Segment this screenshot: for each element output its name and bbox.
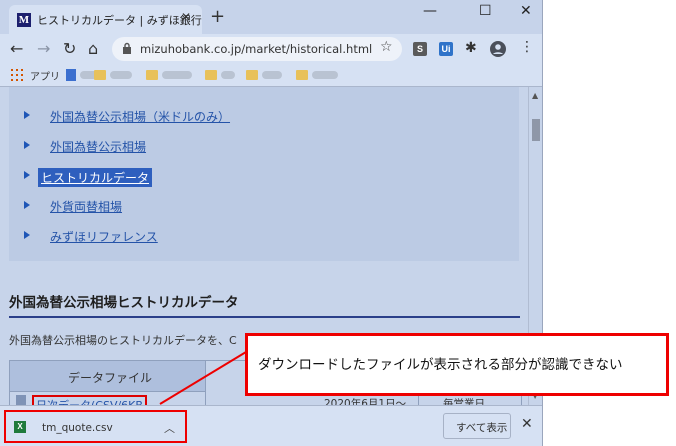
nav-item-label[interactable]: 外貨両替相場: [50, 198, 122, 215]
title-bar: M ヒストリカルデータ | みずほ銀行 ✕ + — ☐ ✕: [0, 0, 542, 34]
address-bar[interactable]: mizuhobank.co.jp/market/historical.html …: [112, 37, 402, 61]
back-arrow-icon[interactable]: ←: [10, 39, 23, 58]
triangle-bullet-icon: [24, 231, 30, 239]
nav-item-label[interactable]: ヒストリカルデータ: [38, 168, 153, 187]
browser-toolbar: ← → ↻ ⌂ mizuhobank.co.jp/market/historic…: [0, 34, 542, 64]
profile-avatar-icon[interactable]: [490, 41, 506, 57]
tab-title: ヒストリカルデータ | みずほ銀行: [37, 14, 202, 27]
start-date-cell: 2020年6月1日～: [324, 398, 407, 405]
page-title: 外国為替公示相場ヒストリカルデータ: [9, 295, 239, 311]
maximize-button[interactable]: ☐: [479, 3, 492, 19]
bookmark-folder-icon[interactable]: [246, 70, 258, 80]
tab-close-icon[interactable]: ✕: [181, 10, 191, 24]
blurred-bookmark[interactable]: [162, 71, 192, 79]
heading-divider: [9, 316, 520, 318]
excel-file-icon: X: [14, 421, 26, 433]
bookmark-folder-icon[interactable]: [94, 70, 106, 80]
chevron-up-icon[interactable]: ︿: [164, 420, 175, 436]
home-icon[interactable]: ⌂: [88, 39, 98, 58]
bookmarks-bar: アプリ: [0, 64, 542, 87]
bookmark-page-icon[interactable]: [66, 69, 76, 81]
reload-icon[interactable]: ↻: [63, 39, 76, 58]
download-shelf-close-icon[interactable]: ✕: [521, 416, 533, 432]
blurred-bookmark[interactable]: [262, 71, 282, 79]
new-tab-button[interactable]: +: [210, 6, 225, 27]
bookmark-folder-icon[interactable]: [146, 70, 158, 80]
close-window-button[interactable]: ✕: [520, 3, 532, 19]
browser-tab[interactable]: M ヒストリカルデータ | みずほ銀行 ✕: [9, 5, 202, 34]
header-label: データファイル: [68, 371, 153, 385]
intro-text: 外国為替公示相場のヒストリカルデータを、C: [9, 334, 237, 347]
bookmark-star-icon[interactable]: ☆: [380, 39, 393, 55]
forward-arrow-icon[interactable]: →: [37, 39, 50, 58]
minimize-button[interactable]: —: [423, 3, 437, 19]
market-nav-box: 外国為替公示相場（米ドルのみ） 外国為替公示相場 ヒストリカルデータ 外貨両替相…: [9, 87, 519, 261]
bookmark-folder-icon[interactable]: [296, 70, 308, 80]
annotation-callout: ダウンロードしたファイルが表示される部分が認識できない: [245, 333, 669, 396]
extension-ui-icon[interactable]: Ui: [439, 42, 453, 56]
triangle-bullet-icon: [24, 111, 30, 119]
daily-data-link[interactable]: 日次データ(CSV/6KB: [32, 395, 147, 405]
triangle-bullet-icon: [24, 141, 30, 149]
blurred-bookmark[interactable]: [110, 71, 132, 79]
download-file-name[interactable]: tm_quote.csv: [42, 422, 113, 434]
apps-label[interactable]: アプリ: [30, 68, 60, 83]
nav-item-label[interactable]: みずほリファレンス: [50, 228, 158, 245]
extension-s-icon[interactable]: S: [413, 42, 427, 56]
update-label: 毎営業日: [443, 398, 485, 405]
apps-grid-icon[interactable]: [11, 69, 23, 81]
blurred-bookmark[interactable]: [312, 71, 338, 79]
blurred-bookmark[interactable]: [221, 71, 235, 79]
triangle-bullet-icon: [24, 201, 30, 209]
menu-kebab-icon[interactable]: ⋮: [520, 39, 534, 55]
csv-file-icon: [16, 395, 26, 405]
show-all-button[interactable]: すべて表示: [443, 413, 511, 439]
download-shelf: X tm_quote.csv ︿ すべて表示 ✕: [0, 405, 542, 446]
annotation-text: ダウンロードしたファイルが表示される部分が認識できない: [258, 357, 623, 373]
nav-item-label[interactable]: 外国為替公示相場: [50, 138, 146, 155]
nav-item-label[interactable]: 外国為替公示相場（米ドルのみ）: [50, 108, 230, 125]
extensions-puzzle-icon[interactable]: ✱: [465, 40, 477, 56]
mizuho-favicon-icon: M: [17, 13, 31, 27]
scroll-up-icon[interactable]: ▲: [532, 91, 538, 100]
download-item[interactable]: X tm_quote.csv ︿: [4, 410, 187, 443]
table-row: 日次データ(CSV/6KB: [10, 392, 206, 405]
show-all-label: すべて表示: [456, 422, 508, 434]
bookmark-folder-icon[interactable]: [205, 70, 217, 80]
triangle-bullet-icon: [24, 171, 30, 179]
url-text: mizuhobank.co.jp/market/historical.html: [140, 42, 373, 56]
scroll-thumb[interactable]: [532, 119, 540, 141]
table-header-file: データファイル: [10, 361, 206, 392]
lock-icon: [123, 42, 131, 54]
